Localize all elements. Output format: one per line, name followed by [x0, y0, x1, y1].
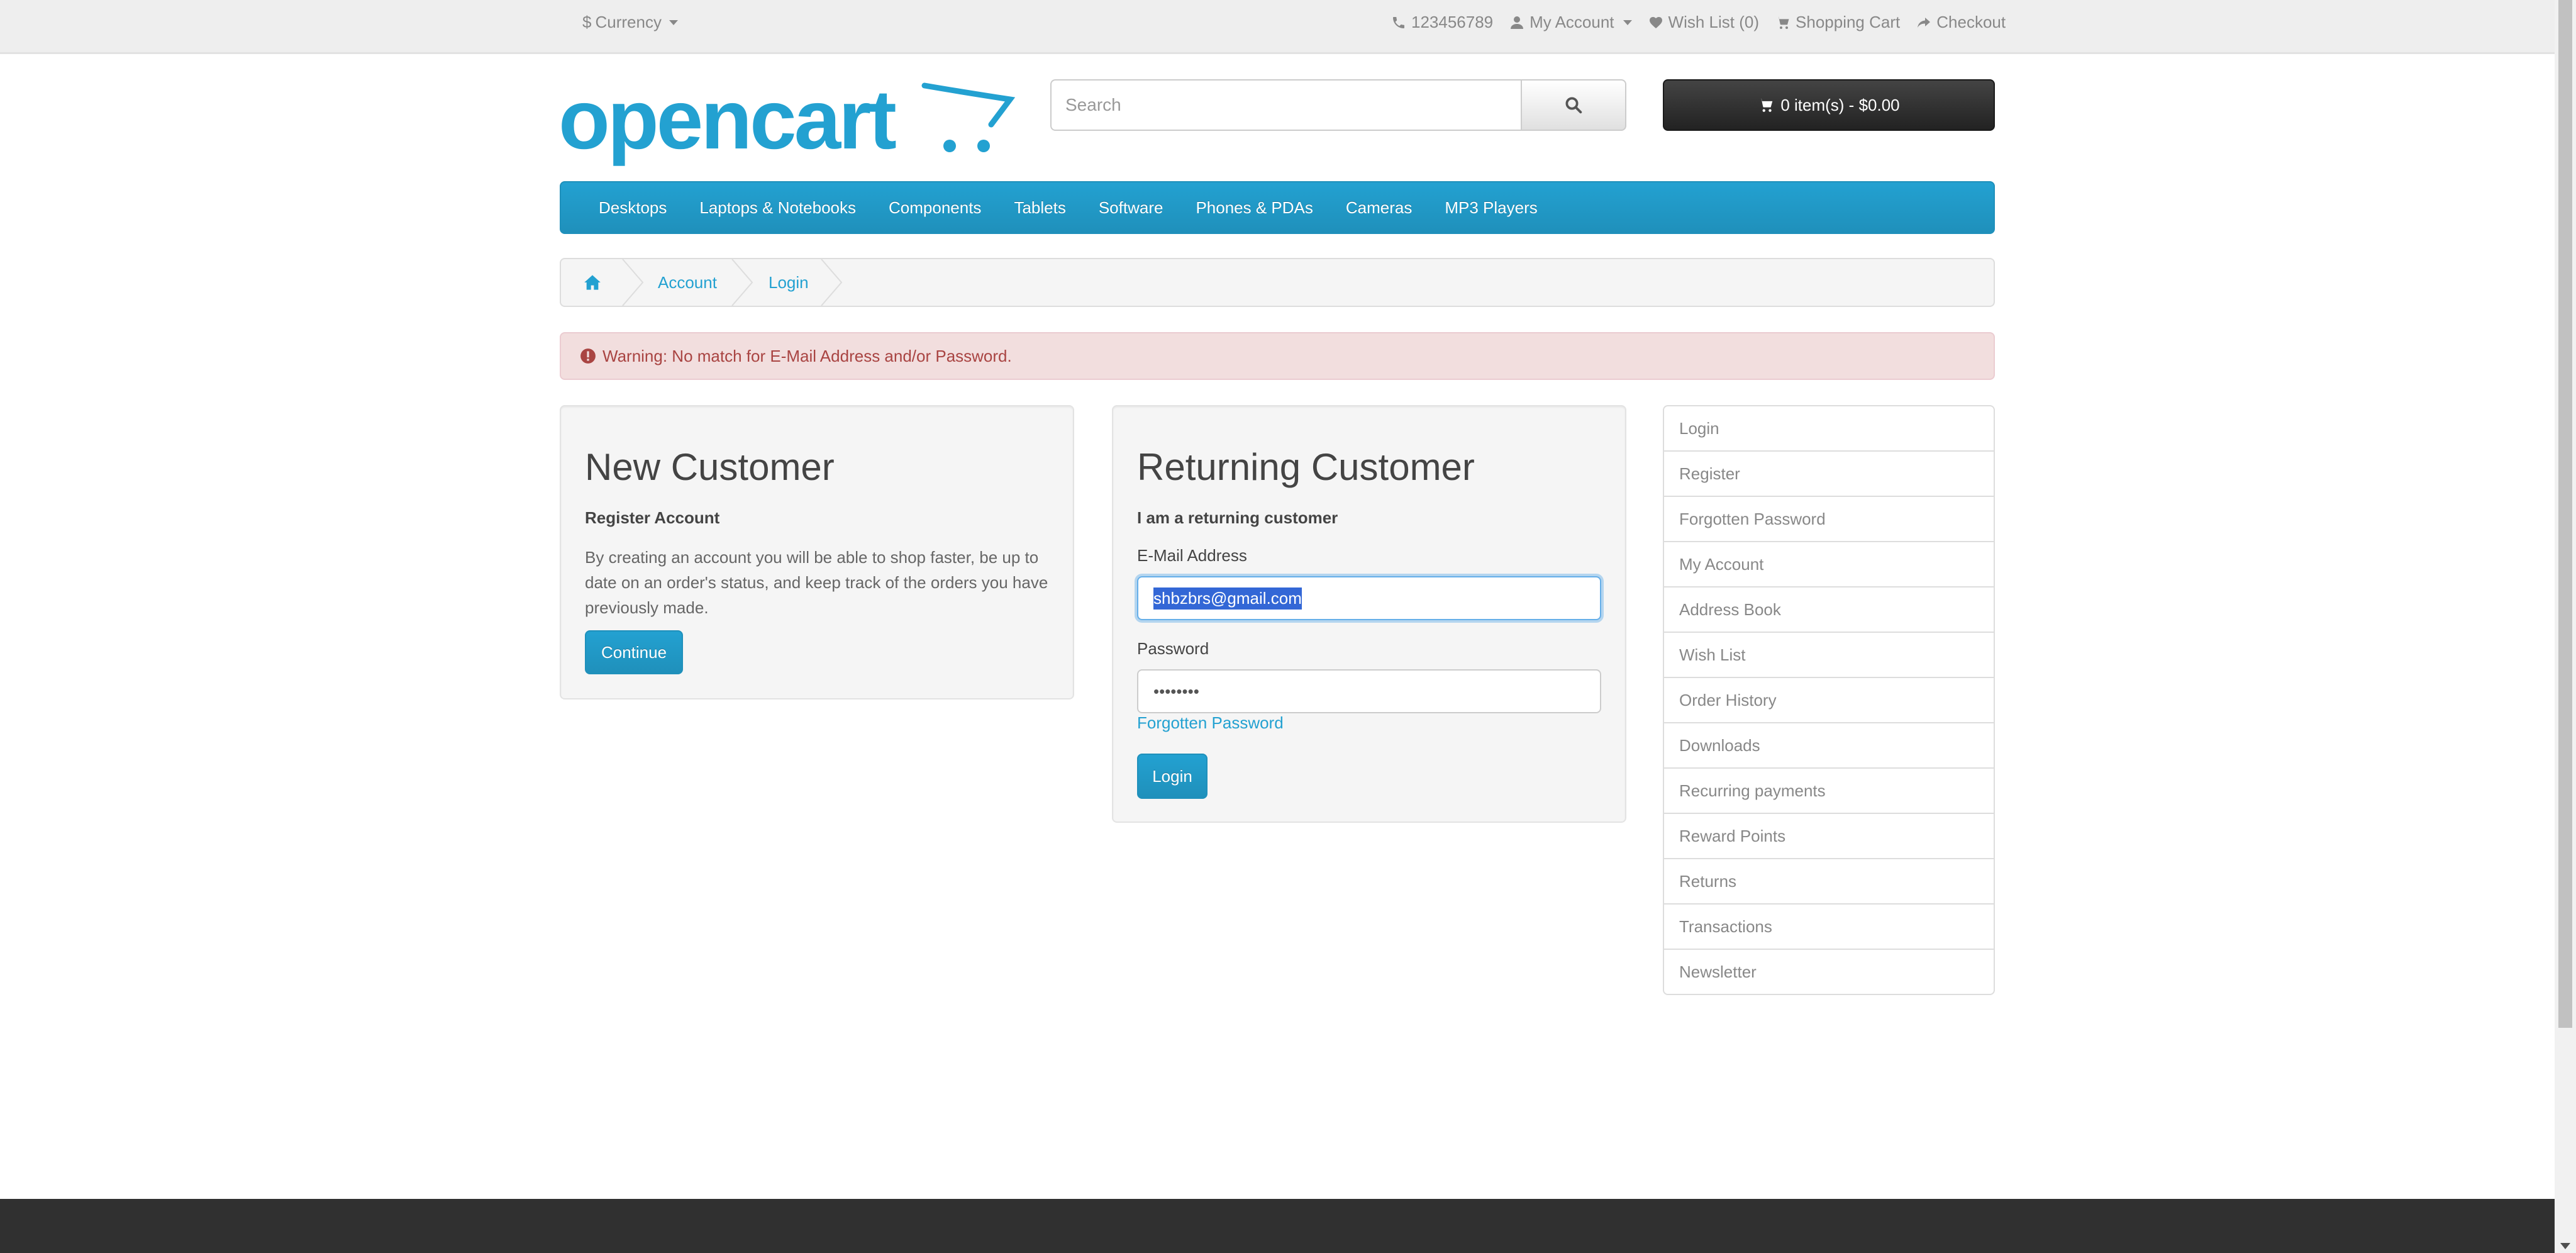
- breadcrumb-login[interactable]: Login: [769, 259, 809, 306]
- sidebar-item-recurring-payments[interactable]: Recurring payments: [1663, 767, 1995, 814]
- menu-item-desktops[interactable]: Desktops: [585, 198, 686, 218]
- sidebar-item-order-history[interactable]: Order History: [1663, 677, 1995, 723]
- search-button[interactable]: [1521, 79, 1626, 131]
- cart-summary: 0 item(s) - $0.00: [1780, 95, 1900, 114]
- continue-button[interactable]: Continue: [585, 630, 683, 674]
- currency-symbol: $: [582, 13, 592, 31]
- email-field[interactable]: shbzbrs@gmail.com: [1137, 576, 1601, 620]
- breadcrumb: Account Login: [560, 258, 1995, 307]
- my-account-label: My Account: [1530, 13, 1614, 31]
- heart-icon: [1649, 16, 1662, 28]
- my-account-dropdown[interactable]: My Account: [1509, 13, 1632, 32]
- new-customer-title: New Customer: [585, 446, 835, 488]
- sidebar-item-register[interactable]: Register: [1663, 450, 1995, 497]
- sidebar-item-wish-list[interactable]: Wish List: [1663, 632, 1995, 678]
- checkout-label: Checkout: [1936, 13, 2006, 31]
- exclamation-circle-icon: [580, 348, 596, 364]
- password-label: Password: [1137, 639, 1209, 658]
- search-input[interactable]: [1050, 79, 1521, 131]
- home-icon: [584, 275, 601, 290]
- password-value: ••••••••: [1153, 681, 1199, 701]
- email-label: E-Mail Address: [1137, 546, 1247, 565]
- sidebar-item-transactions[interactable]: Transactions: [1663, 903, 1995, 950]
- footer: [0, 1199, 2555, 1253]
- opencart-logo[interactable]: opencart: [558, 81, 1015, 169]
- sidebar-item-address-book[interactable]: Address Book: [1663, 586, 1995, 633]
- wish-list-label: Wish List (0): [1668, 13, 1760, 31]
- menu-item-phones-pdas[interactable]: Phones & PDAs: [1182, 198, 1331, 218]
- phone-link[interactable]: 123456789: [1391, 13, 1493, 32]
- sidebar-item-forgotten-password[interactable]: Forgotten Password: [1663, 496, 1995, 542]
- checkout-link[interactable]: Checkout: [1916, 13, 2006, 32]
- new-customer-description: By creating an account you will be able …: [585, 548, 1048, 617]
- breadcrumb-separator: [731, 259, 755, 306]
- account-sidebar: Login Register Forgotten Password My Acc…: [1663, 405, 1995, 995]
- alert-message: Warning: No match for E-Mail Address and…: [602, 346, 1012, 365]
- cart-icon: [1758, 98, 1773, 112]
- currency-label: Currency: [595, 13, 662, 31]
- menu-item-mp3-players[interactable]: MP3 Players: [1431, 198, 1556, 218]
- category-menu: Desktops Laptops & Notebooks Components …: [560, 181, 1995, 234]
- cart-button[interactable]: 0 item(s) - $0.00: [1663, 79, 1995, 131]
- menu-item-components[interactable]: Components: [875, 198, 1000, 218]
- top-links: 123456789 My Account Wish List (0) Shopp…: [1391, 13, 2006, 32]
- login-button[interactable]: Login: [1137, 754, 1208, 799]
- returning-customer-heading: I am a returning customer: [1137, 508, 1338, 527]
- logo-text: opencart: [558, 81, 896, 167]
- sidebar-item-downloads[interactable]: Downloads: [1663, 722, 1995, 769]
- menu-item-tablets[interactable]: Tablets: [1000, 198, 1084, 218]
- scrollbar-thumb[interactable]: [2558, 0, 2572, 1028]
- sidebar-item-login[interactable]: Login: [1663, 405, 1995, 452]
- scroll-down-arrow-icon[interactable]: [2560, 1243, 2570, 1249]
- caret-down-icon: [669, 19, 678, 25]
- shopping-cart-link[interactable]: Shopping Cart: [1775, 13, 1900, 32]
- user-icon: [1511, 16, 1524, 29]
- returning-customer-panel: Returning Customer I am a returning cust…: [1112, 405, 1626, 823]
- shopping-cart-label: Shopping Cart: [1796, 13, 1901, 31]
- currency-dropdown[interactable]: $ Currency: [582, 13, 678, 32]
- sidebar-item-reward-points[interactable]: Reward Points: [1663, 813, 1995, 859]
- returning-customer-title: Returning Customer: [1137, 446, 1475, 488]
- menu-item-laptops-notebooks[interactable]: Laptops & Notebooks: [686, 198, 875, 218]
- breadcrumb-separator: [820, 259, 844, 306]
- phone-number: 123456789: [1411, 13, 1494, 31]
- email-value: shbzbrs@gmail.com: [1153, 587, 1302, 610]
- forgotten-password-link[interactable]: Forgotten Password: [1137, 713, 1284, 733]
- new-customer-panel: New Customer Register Account By creatin…: [560, 405, 1074, 699]
- top-bar: $ Currency 123456789 My Account Wish Lis…: [0, 0, 2555, 54]
- vertical-scrollbar[interactable]: [2555, 0, 2576, 1253]
- breadcrumb-separator: [621, 259, 645, 306]
- password-field[interactable]: ••••••••: [1137, 669, 1601, 713]
- sidebar-item-newsletter[interactable]: Newsletter: [1663, 949, 1995, 995]
- warning-alert: Warning: No match for E-Mail Address and…: [560, 332, 1995, 380]
- sidebar-item-returns[interactable]: Returns: [1663, 858, 1995, 905]
- sidebar-item-my-account[interactable]: My Account: [1663, 541, 1995, 588]
- share-icon: [1918, 17, 1931, 28]
- cart-icon: [1776, 16, 1789, 29]
- breadcrumb-account[interactable]: Account: [658, 259, 717, 306]
- menu-item-software[interactable]: Software: [1085, 198, 1182, 218]
- search-icon: [1565, 97, 1582, 114]
- breadcrumb-home[interactable]: [584, 259, 601, 306]
- phone-icon: [1393, 16, 1404, 28]
- caret-down-icon: [1623, 19, 1632, 25]
- menu-item-cameras[interactable]: Cameras: [1332, 198, 1431, 218]
- register-account-heading: Register Account: [585, 508, 720, 527]
- wish-list-link[interactable]: Wish List (0): [1648, 13, 1759, 32]
